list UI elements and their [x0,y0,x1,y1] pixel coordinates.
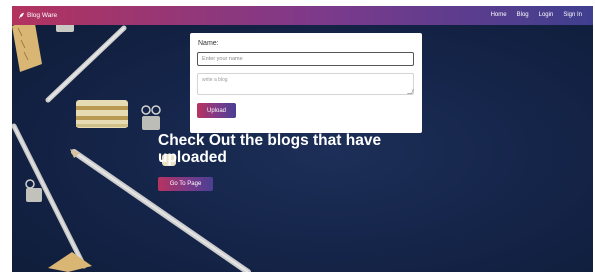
feather-icon [19,12,24,19]
pencil-image [12,123,87,269]
pencil-image [45,25,127,103]
nav-links: Home Blog Login Sign In [486,10,587,21]
binder-clip-image [25,179,42,202]
name-input[interactable] [197,52,414,66]
navbar: Blog Ware Home Blog Login Sign In [12,6,593,25]
sharpener-image [48,252,92,272]
nav-link-blog[interactable]: Blog [512,10,534,21]
tape-roll-image [76,100,128,128]
brand-name: Blog Ware [27,12,58,19]
go-to-page-button[interactable]: Go To Page [158,177,213,191]
nav-link-sign-in[interactable]: Sign In [558,10,587,21]
brand-link[interactable]: Blog Ware [18,10,57,21]
pencil-image [70,149,251,272]
blog-form-card: Name: Upload [190,33,422,133]
hero-title: Check Out the blogs that have uploaded [158,132,382,166]
ruler-image [12,18,42,72]
name-label: Name: [198,40,219,47]
nav-link-login[interactable]: Login [534,10,559,21]
app-frame: Blog Ware Home Blog Login Sign In Name: … [12,6,593,272]
upload-button[interactable]: Upload [197,103,236,118]
nav-link-home[interactable]: Home [486,10,512,21]
binder-clip-image [141,105,161,130]
blog-textarea[interactable] [197,73,414,95]
